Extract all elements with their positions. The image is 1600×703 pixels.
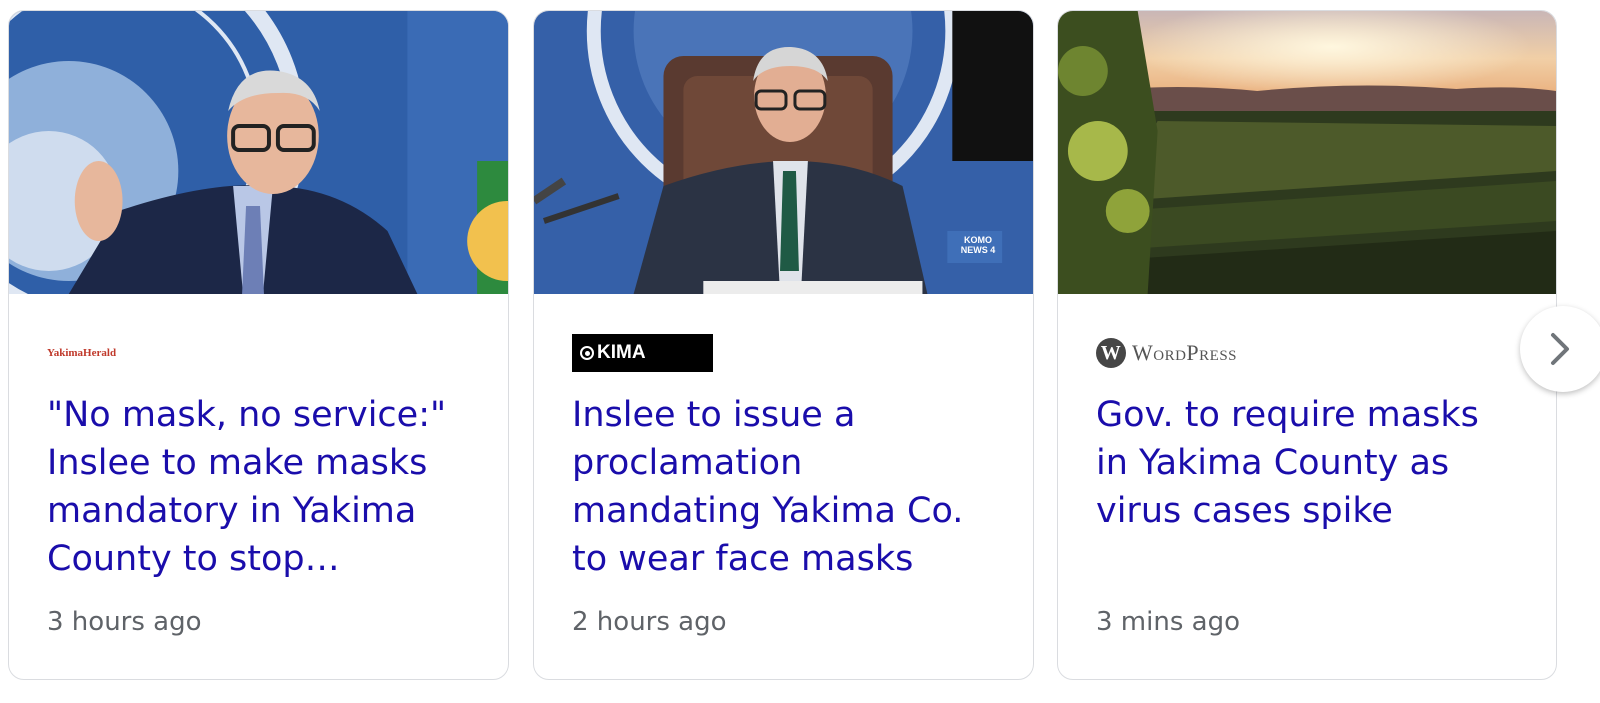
chevron-right-icon bbox=[1551, 333, 1569, 365]
news-timestamp: 3 hours ago bbox=[47, 607, 202, 637]
wordpress-logo: W WordPress bbox=[1096, 338, 1237, 368]
thumbnail-inslee-podium-image bbox=[9, 11, 508, 294]
komo-news-logo: KOMO NEWS 4 bbox=[960, 235, 996, 255]
yakima-herald-logo: YakimaHerald bbox=[47, 347, 117, 359]
news-carousel: YakimaHerald "No mask, no service:" Insl… bbox=[0, 0, 1600, 703]
news-source: YakimaHerald bbox=[47, 333, 116, 373]
news-headline-link[interactable]: Gov. to require masks in Yakima County a… bbox=[1096, 391, 1516, 535]
wordpress-icon: W bbox=[1096, 338, 1126, 368]
news-thumbnail[interactable] bbox=[1058, 11, 1556, 294]
news-card[interactable]: KOMO NEWS 4 KIMA Inslee to issue a procl… bbox=[533, 10, 1034, 680]
news-card[interactable]: YakimaHerald "No mask, no service:" Insl… bbox=[8, 10, 509, 680]
carousel-next-button[interactable] bbox=[1520, 306, 1600, 392]
news-source: W WordPress bbox=[1096, 333, 1237, 373]
cbs-eye-icon bbox=[580, 346, 594, 360]
kima-logo-text: KIMA bbox=[597, 342, 646, 363]
kima-logo: KIMA bbox=[572, 334, 713, 372]
news-source: KIMA bbox=[572, 333, 713, 373]
news-card[interactable]: W WordPress Gov. to require masks in Yak… bbox=[1057, 10, 1557, 680]
news-thumbnail[interactable]: KOMO NEWS 4 bbox=[534, 11, 1033, 294]
news-headline-link[interactable]: Inslee to issue a proclamation mandating… bbox=[572, 391, 992, 583]
news-thumbnail[interactable] bbox=[9, 11, 508, 294]
news-timestamp: 2 hours ago bbox=[572, 607, 727, 637]
news-headline-link[interactable]: "No mask, no service:" Inslee to make ma… bbox=[47, 391, 467, 583]
news-timestamp: 3 mins ago bbox=[1096, 607, 1240, 637]
wordpress-logo-text: WordPress bbox=[1132, 340, 1238, 365]
thumbnail-vineyard-sunset-image bbox=[1058, 11, 1556, 294]
